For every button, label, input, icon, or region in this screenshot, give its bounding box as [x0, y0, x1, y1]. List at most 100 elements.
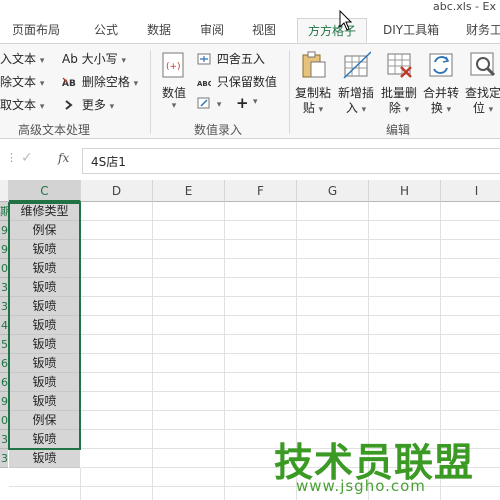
column-c-header-cell[interactable]: 维修类型 — [9, 202, 80, 221]
delete-space-button[interactable]: AB 删除空格 ▾ — [62, 73, 138, 90]
empty-cell[interactable] — [369, 202, 441, 221]
row-header[interactable]: 3 — [0, 430, 8, 449]
row-header[interactable]: 6 — [0, 354, 8, 373]
row-header[interactable]: 9 — [0, 221, 8, 240]
empty-cell[interactable] — [225, 392, 297, 411]
row-header[interactable]: 0 — [0, 411, 8, 430]
tab-formulas[interactable]: 公式 — [94, 21, 118, 38]
corner-header[interactable] — [0, 180, 9, 202]
row-header[interactable]: 0 — [0, 259, 8, 278]
empty-cell[interactable] — [153, 335, 225, 354]
empty-cell[interactable] — [297, 202, 369, 221]
empty-cell[interactable] — [441, 297, 500, 316]
empty-cell[interactable] — [153, 202, 225, 221]
column-header-f[interactable]: F — [225, 180, 297, 202]
row-header[interactable]: 期 — [0, 202, 8, 221]
repair-type-cell[interactable]: 钣喷 — [9, 297, 80, 316]
check-icon[interactable]: ✓ — [21, 150, 33, 166]
tab-data[interactable]: 数据 — [147, 21, 171, 38]
empty-cell[interactable] — [441, 487, 500, 500]
row-header[interactable]: 5 — [0, 335, 8, 354]
formula-input[interactable]: 4S店1 — [82, 148, 500, 174]
tab-diy-toolbox[interactable]: DIY工具箱 — [383, 21, 439, 38]
empty-cell[interactable] — [441, 335, 500, 354]
empty-cell[interactable] — [369, 240, 441, 259]
empty-cell[interactable] — [441, 316, 500, 335]
empty-cell[interactable] — [9, 468, 81, 487]
empty-cell[interactable] — [369, 392, 441, 411]
empty-cell[interactable] — [81, 316, 153, 335]
empty-cell[interactable] — [369, 373, 441, 392]
empty-cell[interactable] — [441, 411, 500, 430]
empty-cell[interactable] — [153, 278, 225, 297]
more-options-icon[interactable]: ⋮ — [6, 151, 17, 164]
empty-cell[interactable] — [153, 487, 225, 500]
empty-cell[interactable] — [441, 354, 500, 373]
number-tools-button[interactable]: ▾ — [197, 96, 221, 110]
repair-type-cell[interactable]: 钣喷 — [9, 259, 80, 278]
column-header-e[interactable]: E — [153, 180, 225, 202]
repair-type-cell[interactable]: 例保 — [9, 411, 80, 430]
empty-cell[interactable] — [153, 354, 225, 373]
empty-cell[interactable] — [225, 221, 297, 240]
empty-cell[interactable] — [153, 449, 225, 468]
empty-cell[interactable] — [225, 487, 297, 500]
delete-text-button[interactable]: 除文本 ▾ — [0, 73, 44, 90]
row-header[interactable]: 4 — [0, 316, 8, 335]
empty-cell[interactable] — [369, 411, 441, 430]
keep-value-button[interactable]: ABC 只保留数值 — [197, 73, 277, 90]
empty-cell[interactable] — [153, 259, 225, 278]
find-locate-button[interactable]: 查找定 位 ▾ — [462, 50, 500, 118]
empty-cell[interactable] — [81, 392, 153, 411]
empty-cell[interactable] — [225, 240, 297, 259]
repair-type-cell[interactable]: 钣喷 — [9, 354, 80, 373]
empty-cell[interactable] — [153, 373, 225, 392]
empty-cell[interactable] — [153, 221, 225, 240]
empty-cell[interactable] — [153, 430, 225, 449]
empty-cell[interactable] — [81, 449, 153, 468]
insert-text-button[interactable]: 入文本 ▾ — [0, 50, 44, 67]
repair-type-cell[interactable]: 钣喷 — [9, 335, 80, 354]
empty-cell[interactable] — [369, 278, 441, 297]
empty-cell[interactable] — [297, 392, 369, 411]
more-button[interactable]: 更多 ▾ — [62, 96, 114, 113]
empty-cell[interactable] — [81, 221, 153, 240]
empty-cell[interactable] — [369, 354, 441, 373]
empty-cell[interactable] — [153, 392, 225, 411]
empty-cell[interactable] — [9, 487, 81, 500]
row-header[interactable]: 6 — [0, 373, 8, 392]
tab-fangfang[interactable]: 方方格子 — [297, 18, 368, 43]
empty-cell[interactable] — [153, 411, 225, 430]
empty-cell[interactable] — [225, 373, 297, 392]
empty-cell[interactable] — [297, 259, 369, 278]
empty-cell[interactable] — [297, 373, 369, 392]
case-button[interactable]: Ab 大小写 ▾ — [62, 50, 126, 67]
empty-cell[interactable] — [153, 468, 225, 487]
empty-cell[interactable] — [369, 316, 441, 335]
empty-cell[interactable] — [81, 354, 153, 373]
empty-cell[interactable] — [81, 202, 153, 221]
empty-cell[interactable] — [225, 411, 297, 430]
empty-cell[interactable] — [81, 373, 153, 392]
tab-view[interactable]: 视图 — [252, 21, 276, 38]
empty-cell[interactable] — [81, 430, 153, 449]
empty-cell[interactable] — [81, 335, 153, 354]
empty-cell[interactable] — [225, 278, 297, 297]
tab-page-layout[interactable]: 页面布局 — [12, 21, 60, 38]
empty-cell[interactable] — [441, 221, 500, 240]
empty-cell[interactable] — [441, 240, 500, 259]
repair-type-cell[interactable]: 钣喷 — [9, 240, 80, 259]
empty-cell[interactable] — [81, 411, 153, 430]
empty-cell[interactable] — [153, 240, 225, 259]
tab-review[interactable]: 审阅 — [200, 21, 224, 38]
row-header[interactable]: 9 — [0, 392, 8, 411]
tab-finance[interactable]: 财务工 — [466, 21, 500, 38]
repair-type-cell[interactable]: 钣喷 — [9, 430, 80, 449]
empty-cell[interactable] — [225, 354, 297, 373]
empty-cell[interactable] — [81, 259, 153, 278]
empty-cell[interactable] — [81, 278, 153, 297]
empty-cell[interactable] — [225, 316, 297, 335]
empty-cell[interactable] — [81, 468, 153, 487]
empty-cell[interactable] — [369, 259, 441, 278]
empty-cell[interactable] — [81, 487, 153, 500]
